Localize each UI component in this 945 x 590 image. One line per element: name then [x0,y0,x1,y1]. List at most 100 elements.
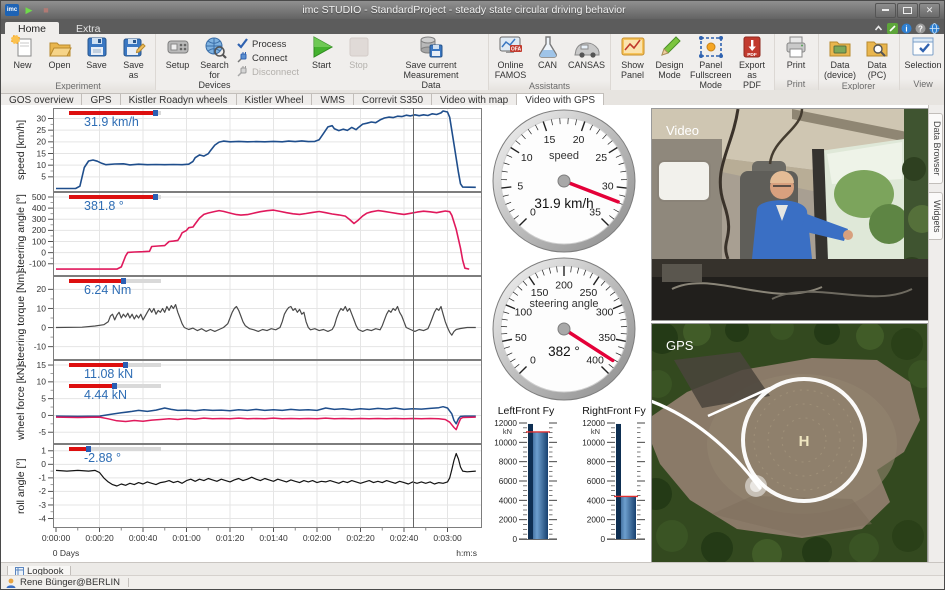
ribbon-button-data--pc-[interactable]: Data(PC) [859,35,896,81]
svg-text:15: 15 [544,134,556,146]
ribbon-button-can[interactable]: CAN [529,35,566,71]
print-icon [784,35,808,62]
quick-access-toolbar: imc ▶ ■ [1,4,53,16]
button-label: New [6,61,39,71]
video-display[interactable]: Video [651,108,932,321]
save-data-icon [418,35,444,62]
channel-value-display[interactable]: 11.08 kN [69,363,161,381]
maximize-button[interactable] [897,3,918,18]
button-label: Selection [905,61,942,71]
disconnect-icon [237,66,248,80]
svg-text:-1: -1 [38,473,46,483]
status-separator [128,578,129,587]
ribbon-button-cansas[interactable]: CANSAS [566,35,607,71]
ribbon-button-panel-fullscreen-mode[interactable]: Panel FullscreenMode [688,35,734,91]
chart-yaxis: -5051015 [27,360,53,444]
minimize-button[interactable] [875,3,896,18]
ribbon-button-search-for-devices[interactable]: Search forDevices [196,35,233,91]
svg-text:kN: kN [503,427,512,436]
value-slider[interactable] [69,195,161,199]
channel-value-display[interactable]: -2.88 ° [69,447,161,465]
ribbon-button-process[interactable]: Process [237,38,299,51]
selection-icon [911,35,935,62]
tab-widgets[interactable]: Widgets [929,192,943,241]
ribbon-button-save-current-measurement-data[interactable]: Save current MeasurementData [377,35,485,91]
chart-ylabel: wheel force [kN] [15,360,27,444]
chart-ylabel: steering torque [Nm] [15,276,27,360]
svg-text:h:m:s: h:m:s [456,548,477,558]
svg-text:25: 25 [37,125,47,135]
value-slider[interactable] [69,363,161,367]
quick-start-icon[interactable]: ▶ [22,4,36,16]
video-image: Video [652,109,931,320]
svg-text:400: 400 [586,355,604,367]
ribbon-button-selection[interactable]: Selection [903,35,944,71]
ribbon-button-export-as-pdf[interactable]: PDFExport asPDF [734,35,771,91]
bar-meter-rightfront-fy[interactable]: RightFront Fy020004000600080001000012000… [576,405,652,560]
button-label: Save current MeasurementData [379,61,483,91]
svg-text:100: 100 [32,236,46,246]
channel-value-display[interactable]: 381.8 ° [69,195,161,213]
channel-value-text: 381.8 ° [69,199,161,213]
imc-studio-window: imc ▶ ■ imc STUDIO - StandardProject - s… [0,0,945,590]
ribbon-button-disconnect[interactable]: Disconnect [237,66,299,79]
ribbon-group-view: SelectionView [900,34,945,90]
button-label: Start [305,61,338,71]
ribbon-button-save-as[interactable]: Saveas [115,35,152,81]
gauge-value: 382 ° [548,344,580,359]
svg-text:350: 350 [598,332,616,344]
cansas-icon [573,36,601,61]
button-label: Search forDevices [198,61,231,91]
ribbon-button-print[interactable]: Print [778,35,815,71]
gauge-steering-angle[interactable]: 050100150200250300350400steering angle38… [490,255,638,403]
bar-meter-leftfront-fy[interactable]: LeftFront Fy020004000600080001000012000k… [488,405,564,560]
gauge-speed[interactable]: 05101520253035speed31.9 km/h [490,107,638,255]
ribbon-button-open[interactable]: Open [41,35,78,71]
channel-value-text: 4.44 kN [69,388,161,402]
button-label: ShowPanel [616,61,649,81]
ribbon-button-connect[interactable]: Connect [237,52,299,65]
save-icon [85,35,109,62]
design-mode-icon [658,35,682,62]
panel-tab-bar: GOS overviewGPSKistler Roadyn wheelsKist… [1,90,944,106]
ribbon-group-label: Print [775,79,818,90]
channel-value-text: 11.08 kN [69,367,161,381]
ribbon-button-data--device-[interactable]: Data(device) [822,35,859,81]
value-slider[interactable] [69,384,161,388]
svg-text:0:02:00: 0:02:00 [303,533,332,543]
svg-text:0: 0 [512,535,517,544]
ribbon-button-setup[interactable]: Setup [159,35,196,71]
search-devices-icon [203,35,227,62]
button-label: Connect [252,53,287,64]
svg-text:-100: -100 [29,259,46,269]
svg-text:5: 5 [517,180,523,192]
ribbon-button-start[interactable]: Start [303,35,340,71]
svg-text:0: 0 [530,355,536,367]
svg-text:6000: 6000 [499,477,518,486]
titlebar: imc ▶ ■ imc STUDIO - StandardProject - s… [1,1,944,19]
close-button[interactable]: ✕ [919,3,940,18]
ribbon-button-online-famos[interactable]: OFAOnlineFAMOS [492,35,529,81]
ribbon-button-show-panel[interactable]: ShowPanel [614,35,651,81]
ribbon-button-stop[interactable]: Stop [340,35,377,71]
online-famos-icon: OFA [498,35,524,62]
svg-text:5: 5 [41,172,46,182]
value-slider[interactable] [69,111,161,115]
button-label: Panel FullscreenMode [690,61,732,91]
gps-display[interactable]: H GPS [651,323,928,563]
button-label: Process [252,39,286,50]
connect-icon [237,52,248,66]
ribbon-button-design-mode[interactable]: DesignMode [651,35,688,81]
tab-data-browser[interactable]: Data Browser [929,113,943,184]
value-slider[interactable] [69,279,161,283]
channel-value-display[interactable]: 31.9 km/h [69,111,161,129]
svg-text:0:03:00: 0:03:00 [433,533,462,543]
value-slider[interactable] [69,447,161,451]
quick-stop-icon[interactable]: ■ [39,4,53,16]
chart-cursor-line[interactable] [413,108,414,528]
channel-value-display[interactable]: 6.24 Nm [69,279,161,297]
ribbon-button-new[interactable]: New [4,35,41,71]
channel-value-display[interactable]: 4.44 kN [69,384,161,402]
ribbon-button-save[interactable]: Save [78,35,115,71]
svg-text:2000: 2000 [587,516,606,525]
